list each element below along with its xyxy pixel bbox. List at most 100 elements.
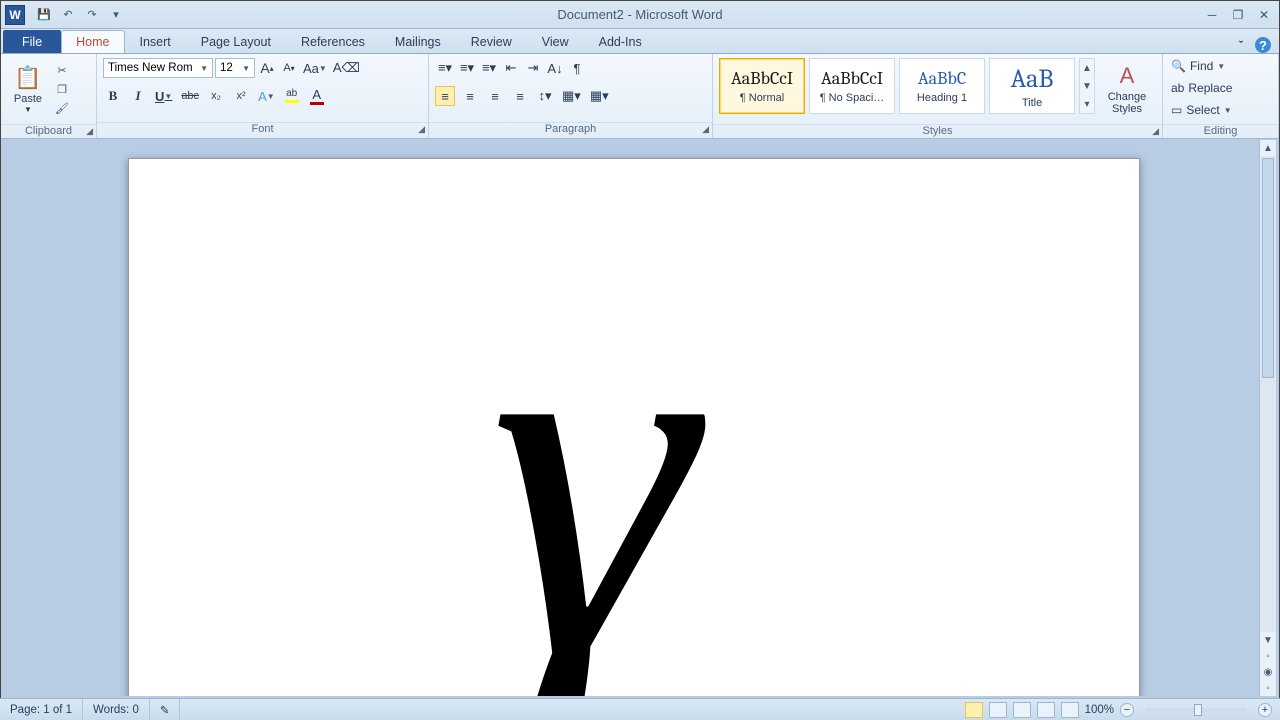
tab-view[interactable]: View [527, 30, 584, 53]
scroll-thumb[interactable] [1262, 158, 1274, 378]
group-styles: AaBbCcI ¶ Normal AaBbCcI ¶ No Spaci… AaB… [713, 54, 1163, 138]
restore-button[interactable]: ❐ [1229, 7, 1247, 23]
help-icon[interactable]: ? [1255, 37, 1271, 53]
view-print-layout-button[interactable] [965, 702, 983, 718]
view-draft-button[interactable] [1061, 702, 1079, 718]
shrink-font-button[interactable]: A▾ [279, 58, 299, 78]
change-styles-button[interactable]: A Change Styles [1099, 58, 1155, 120]
font-name-combo[interactable]: Times New Rom▼ [103, 58, 213, 78]
decrease-indent-button[interactable]: ⇤ [501, 58, 521, 78]
replace-button[interactable]: abReplace [1169, 78, 1234, 98]
tab-mailings[interactable]: Mailings [380, 30, 456, 53]
browse-object-icon[interactable]: ◉ [1260, 664, 1276, 680]
cut-icon[interactable]: ✂ [53, 62, 71, 78]
font-size-combo[interactable]: 12▼ [215, 58, 255, 78]
group-label-editing: Editing [1163, 124, 1278, 138]
copy-icon[interactable]: ❐ [53, 81, 71, 97]
sort-button[interactable]: A↓ [545, 58, 565, 78]
document-content-gamma[interactable]: γ [489, 219, 694, 696]
change-case-button[interactable]: Aa▼ [301, 58, 329, 78]
redo-icon[interactable]: ↷ [83, 6, 101, 24]
multilevel-button[interactable]: ≡▾ [479, 58, 499, 78]
next-page-icon[interactable]: ◦ [1260, 680, 1276, 696]
tab-references[interactable]: References [286, 30, 380, 53]
align-center-button[interactable]: ≡ [460, 86, 480, 106]
strikethrough-button[interactable]: abc [179, 86, 201, 106]
tab-review[interactable]: Review [456, 30, 527, 53]
document-page[interactable]: γ [128, 158, 1140, 696]
shading-button[interactable]: ▦▾ [560, 86, 583, 106]
style-no-spacing[interactable]: AaBbCcI ¶ No Spaci… [809, 58, 895, 114]
prev-page-icon[interactable]: ◦ [1260, 648, 1276, 664]
align-left-button[interactable]: ≡ [435, 86, 455, 106]
italic-button[interactable]: I [128, 86, 148, 106]
align-right-button[interactable]: ≡ [485, 86, 505, 106]
status-words[interactable]: Words: 0 [83, 699, 150, 720]
zoom-level[interactable]: 100% [1085, 704, 1114, 716]
styles-launcher-icon[interactable]: ◢ [1152, 126, 1159, 137]
view-full-screen-button[interactable] [989, 702, 1007, 718]
tab-insert[interactable]: Insert [125, 30, 186, 53]
scroll-down-icon[interactable]: ▼ [1260, 632, 1276, 648]
group-label-paragraph: Paragraph◢ [429, 122, 712, 138]
style-title[interactable]: AaB Title [989, 58, 1075, 114]
highlight-button[interactable]: ab [282, 86, 302, 106]
styles-scroll-up-icon[interactable]: ▲ [1080, 59, 1094, 77]
increase-indent-button[interactable]: ⇥ [523, 58, 543, 78]
text-effects-button[interactable]: A▼ [256, 86, 277, 106]
group-paragraph: ≡▾ ≡▾ ≡▾ ⇤ ⇥ A↓ ¶ ≡ ≡ ≡ ≡ ↕▾ ▦▾ ▦▾ Parag… [429, 54, 713, 138]
tab-home[interactable]: Home [61, 30, 124, 53]
bold-button[interactable]: B [103, 86, 123, 106]
numbering-button[interactable]: ≡▾ [457, 58, 477, 78]
minimize-button[interactable]: ─ [1203, 7, 1221, 23]
minimize-ribbon-icon[interactable]: ˇ [1233, 37, 1249, 53]
paste-button[interactable]: 📋 Paste ▼ [7, 58, 49, 120]
find-button[interactable]: 🔍Find▼ [1169, 56, 1227, 76]
tab-page-layout[interactable]: Page Layout [186, 30, 286, 53]
styles-scroll-down-icon[interactable]: ▼ [1080, 77, 1094, 95]
borders-button[interactable]: ▦▾ [588, 86, 611, 106]
subscript-button[interactable]: x₂ [206, 86, 226, 106]
style-normal[interactable]: AaBbCcI ¶ Normal [719, 58, 805, 114]
group-label-clipboard: Clipboard◢ [1, 124, 96, 138]
font-launcher-icon[interactable]: ◢ [418, 124, 425, 135]
styles-gallery-expand-icon[interactable]: ▾ [1080, 95, 1094, 113]
window-controls: ─ ❐ ✕ [1203, 7, 1273, 23]
font-color-button[interactable]: A [307, 86, 327, 106]
underline-button[interactable]: U▼ [153, 86, 174, 106]
zoom-out-button[interactable]: − [1120, 703, 1134, 717]
save-icon[interactable]: 💾 [35, 6, 53, 24]
bullets-button[interactable]: ≡▾ [435, 58, 455, 78]
status-page[interactable]: Page: 1 of 1 [0, 699, 83, 720]
group-editing: 🔍Find▼ abReplace ▭Select▼ Editing [1163, 54, 1279, 138]
document-area[interactable]: γ [4, 140, 1258, 696]
paragraph-launcher-icon[interactable]: ◢ [702, 124, 709, 135]
grow-font-button[interactable]: A▴ [257, 58, 277, 78]
group-font: Times New Rom▼ 12▼ A▴ A▾ Aa▼ A⌫ B I U▼ a… [97, 54, 429, 138]
clipboard-launcher-icon[interactable]: ◢ [86, 126, 93, 137]
tab-add-ins[interactable]: Add-Ins [584, 30, 657, 53]
undo-icon[interactable]: ↶ [59, 6, 77, 24]
superscript-button[interactable]: x² [231, 86, 251, 106]
zoom-in-button[interactable]: + [1258, 703, 1272, 717]
qat-customize-icon[interactable]: ▾ [107, 6, 125, 24]
view-web-layout-button[interactable] [1013, 702, 1031, 718]
ribbon-tabs: File Home Insert Page Layout References … [1, 29, 1279, 54]
view-outline-button[interactable] [1037, 702, 1055, 718]
scroll-up-icon[interactable]: ▲ [1260, 140, 1276, 156]
tab-file[interactable]: File [3, 30, 61, 53]
style-heading-1[interactable]: AaBbC Heading 1 [899, 58, 985, 114]
show-marks-button[interactable]: ¶ [567, 58, 587, 78]
status-proofing-icon[interactable]: ✎ [150, 699, 181, 720]
group-label-font: Font◢ [97, 122, 428, 138]
zoom-slider-thumb[interactable] [1194, 704, 1202, 716]
format-painter-icon[interactable]: 🖌 [53, 100, 71, 116]
zoom-slider[interactable] [1146, 708, 1246, 712]
title-bar: W 💾 ↶ ↷ ▾ Document2 - Microsoft Word ─ ❐… [1, 1, 1279, 29]
vertical-scrollbar[interactable]: ▲ ▼ ◦ ◉ ◦ [1259, 140, 1276, 696]
select-button[interactable]: ▭Select▼ [1169, 100, 1234, 120]
close-button[interactable]: ✕ [1255, 7, 1273, 23]
line-spacing-button[interactable]: ↕▾ [535, 86, 555, 106]
clear-formatting-button[interactable]: A⌫ [331, 58, 362, 78]
justify-button[interactable]: ≡ [510, 86, 530, 106]
